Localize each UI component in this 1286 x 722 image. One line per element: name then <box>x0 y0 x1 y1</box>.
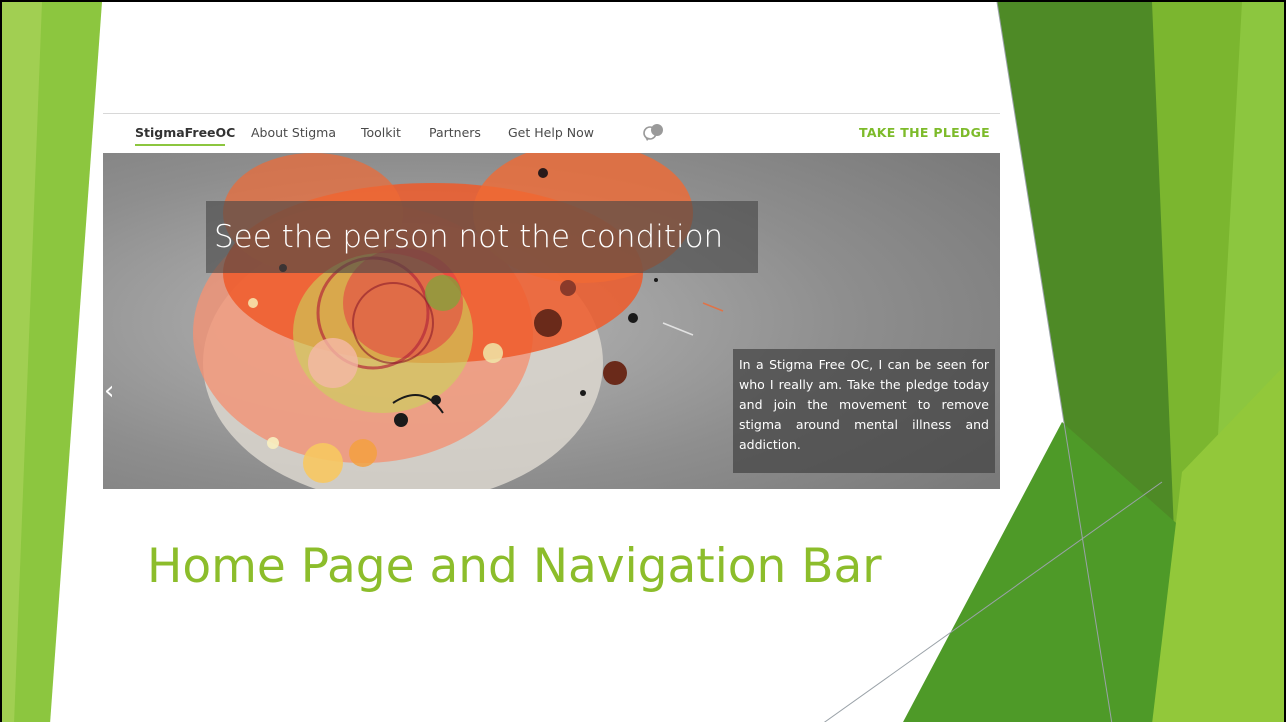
website-screenshot: StigmaFreeOC About Stigma Toolkit Partne… <box>103 113 1000 489</box>
speech-bubbles-icon[interactable] <box>642 123 666 141</box>
take-the-pledge-link[interactable]: TAKE THE PLEDGE <box>859 125 990 140</box>
nav-item-toolkit[interactable]: Toolkit <box>361 125 401 140</box>
carousel-prev-arrow[interactable]: ‹ <box>104 378 114 404</box>
nav-item-stigmafreeoc[interactable]: StigmaFreeOC <box>135 125 235 140</box>
slide: StigmaFreeOC About Stigma Toolkit Partne… <box>0 0 1286 722</box>
nav-bar: StigmaFreeOC About Stigma Toolkit Partne… <box>103 113 1000 154</box>
nav-item-get-help-now[interactable]: Get Help Now <box>508 125 594 140</box>
hero-caption: In a Stigma Free OC, I can be seen for w… <box>733 349 995 473</box>
nav-item-about-stigma[interactable]: About Stigma <box>251 125 336 140</box>
nav-item-partners[interactable]: Partners <box>429 125 481 140</box>
active-nav-underline <box>135 144 225 146</box>
slide-title: Home Page and Navigation Bar <box>147 539 882 594</box>
hero-banner: See the person not the condition In a St… <box>103 153 1000 489</box>
hero-headline: See the person not the condition <box>206 201 758 273</box>
